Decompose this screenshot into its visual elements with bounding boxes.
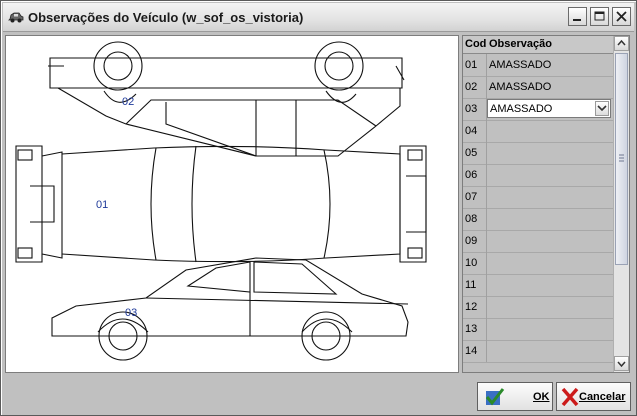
column-divider: [486, 318, 487, 340]
table-row[interactable]: 02 AMASSADO: [463, 76, 613, 99]
observacao-dropdown[interactable]: AMASSADO: [487, 99, 611, 118]
minimize-button[interactable]: [568, 7, 587, 26]
cell-cod: 08: [465, 213, 478, 225]
maximize-button[interactable]: [590, 7, 609, 26]
ok-button[interactable]: OK: [477, 382, 553, 411]
title-bar[interactable]: Observações do Veículo (w_sof_os_vistori…: [3, 3, 634, 32]
chevron-up-icon: [617, 39, 626, 46]
dropdown-arrow-button[interactable]: [595, 101, 609, 116]
column-divider: [486, 54, 487, 76]
table-row[interactable]: 01 AMASSADO: [463, 54, 613, 77]
grid-header: Cod Observação: [463, 36, 613, 54]
column-divider: [486, 120, 487, 142]
scroll-down-button[interactable]: [614, 356, 629, 371]
cell-cod: 05: [465, 147, 478, 159]
observations-grid[interactable]: Cod Observação 01 AMASSADO 02 AMASSADO 03 AMA…: [462, 35, 630, 373]
table-row[interactable]: 14: [463, 340, 613, 363]
cell-cod: 04: [465, 125, 478, 137]
car-icon: [8, 10, 24, 24]
column-divider: [486, 230, 487, 252]
cell-observacao[interactable]: AMASSADO: [489, 59, 551, 71]
cell-cod: 09: [465, 235, 478, 247]
table-row[interactable]: 04: [463, 120, 613, 143]
check-icon: [485, 388, 505, 406]
table-row[interactable]: 11: [463, 274, 613, 297]
cell-cod: 01: [465, 59, 478, 71]
scroll-thumb[interactable]: [615, 53, 628, 265]
table-row[interactable]: 03 AMASSADO: [463, 98, 613, 121]
cancel-label: Cancelar: [579, 391, 626, 403]
column-divider: [486, 164, 487, 186]
table-row[interactable]: 10: [463, 252, 613, 275]
table-row[interactable]: 09: [463, 230, 613, 253]
minimize-icon: [573, 19, 581, 21]
table-row[interactable]: 07: [463, 186, 613, 209]
close-icon: [616, 11, 627, 22]
maximize-icon: [594, 11, 605, 21]
area-label-02: 02: [122, 96, 135, 108]
chevron-down-icon: [617, 361, 626, 368]
area-label-01: 01: [96, 199, 109, 211]
cell-cod: 06: [465, 169, 478, 181]
area-label-03: 03: [125, 307, 138, 319]
window-title: Observações do Veículo (w_sof_os_vistori…: [28, 10, 304, 25]
table-row[interactable]: 12: [463, 296, 613, 319]
cell-cod: 02: [465, 81, 478, 93]
vertical-scrollbar[interactable]: [613, 36, 629, 372]
cell-cod: 14: [465, 345, 478, 357]
table-row[interactable]: 08: [463, 208, 613, 231]
chevron-down-icon: [597, 105, 607, 112]
car-outline-drawing: [15, 41, 427, 361]
header-cod: Cod: [465, 38, 487, 50]
table-row[interactable]: 13: [463, 318, 613, 341]
header-observacao: Observação: [489, 38, 552, 50]
ok-label: OK: [533, 391, 550, 403]
dropdown-value: AMASSADO: [490, 103, 553, 115]
table-row[interactable]: 06: [463, 164, 613, 187]
cell-cod: 13: [465, 323, 478, 335]
cell-cod: 03: [465, 103, 478, 115]
column-divider: [486, 76, 487, 98]
vehicle-diagram[interactable]: 02 01 03: [5, 35, 459, 373]
column-divider: [486, 186, 487, 208]
cell-observacao[interactable]: AMASSADO: [489, 81, 551, 93]
grip-icon: [619, 154, 624, 162]
table-row[interactable]: 05: [463, 142, 613, 165]
column-divider: [486, 274, 487, 296]
column-divider: [486, 340, 487, 362]
column-divider: [486, 296, 487, 318]
cell-cod: 11: [465, 279, 477, 291]
scroll-up-button[interactable]: [614, 36, 629, 51]
close-button[interactable]: [612, 7, 631, 26]
column-divider: [486, 142, 487, 164]
cell-cod: 10: [465, 257, 478, 269]
app-window: Observações do Veículo (w_sof_os_vistori…: [0, 0, 637, 416]
cell-cod: 12: [465, 301, 478, 313]
x-icon: [561, 387, 579, 407]
column-divider: [486, 252, 487, 274]
cell-cod: 07: [465, 191, 478, 203]
column-divider: [486, 208, 487, 230]
cancel-button[interactable]: Cancelar: [556, 382, 631, 411]
